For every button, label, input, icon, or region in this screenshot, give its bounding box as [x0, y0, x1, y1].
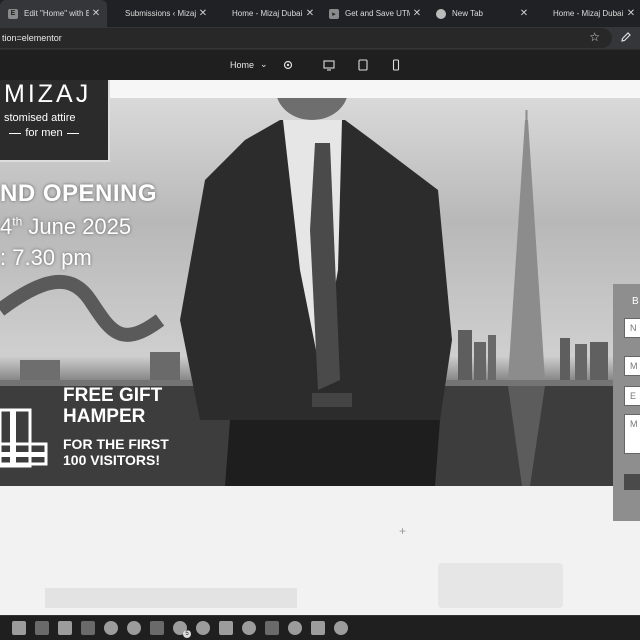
close-icon[interactable]: ✕: [196, 8, 210, 19]
logo-name: MIZAJ: [4, 80, 92, 108]
star-icon[interactable]: ☆: [589, 30, 600, 44]
tab-utm[interactable]: ▸ Get and Save UTM Pa ✕: [321, 0, 428, 27]
gift-subtitle: FOR THE FIRST 100 VISITORS!: [63, 436, 169, 468]
pen-icon[interactable]: [620, 31, 632, 43]
form-field-message[interactable]: M: [624, 414, 640, 454]
mail-icon[interactable]: [311, 621, 325, 635]
gift-title-line-1: FREE GIFT: [63, 385, 163, 406]
tablet-icon[interactable]: [357, 59, 369, 71]
date-day: 4: [0, 214, 13, 239]
tab-home-mizaj-2[interactable]: Home - Mizaj Dubai ✕: [535, 0, 640, 27]
notepad-icon[interactable]: [219, 621, 233, 635]
tab-title: Home - Mizaj Dubai: [553, 9, 624, 18]
chevron-down-icon: ⌄: [260, 59, 268, 69]
tab-title: Home - Mizaj Dubai: [232, 9, 303, 18]
logo-tagline-2: for men: [4, 127, 84, 139]
chrome-icon: [436, 8, 446, 19]
hero-time: : 7.30 pm: [0, 245, 92, 270]
photos-icon[interactable]: [58, 621, 72, 635]
skype-icon[interactable]: 5: [173, 621, 191, 638]
form-field-email[interactable]: E: [624, 386, 640, 406]
hero-date: 4th June 2025: [0, 214, 131, 240]
file-explorer-icon[interactable]: [12, 621, 26, 635]
page-selector-label: Home: [230, 59, 255, 70]
filezilla-icon[interactable]: [35, 621, 49, 635]
close-icon[interactable]: ✕: [410, 8, 424, 19]
taskbar: 5: [0, 615, 640, 640]
browser-tabbar: E Edit "Home" with Ele ✕ Submissions ‹ M…: [0, 0, 640, 27]
gift-icon: [0, 408, 48, 468]
hero-banner[interactable]: MIZAJ stomised attire for men ND OPENING…: [0, 80, 640, 486]
bookmark-icon: ▸: [329, 8, 339, 19]
browser-icon[interactable]: [242, 621, 256, 635]
form-title: B: [632, 296, 639, 307]
tab-title: Edit "Home" with Ele: [24, 9, 89, 18]
elementor-topbar: Home ⌄: [0, 49, 640, 80]
editor-canvas: MIZAJ stomised attire for men ND OPENING…: [0, 80, 640, 615]
tab-edit-home[interactable]: E Edit "Home" with Ele ✕: [0, 0, 107, 27]
hero-headline: ND OPENING: [0, 180, 158, 207]
booking-form: B N M E M: [613, 284, 640, 521]
tab-submissions[interactable]: Submissions ‹ Mizaj ✕: [107, 0, 214, 27]
tab-title: Submissions ‹ Mizaj: [125, 9, 196, 18]
date-suffix: th: [12, 214, 23, 229]
url-input[interactable]: tion=elementor: [0, 28, 612, 48]
notification-badge: 5: [183, 630, 191, 638]
content-placeholder: [45, 588, 297, 608]
close-icon[interactable]: ✕: [303, 8, 317, 19]
gift-subtitle-line-2: 100 VISITORS!: [63, 452, 161, 468]
address-bar: tion=elementor ☆: [0, 27, 640, 49]
hero-top-strip: [110, 80, 640, 98]
gift-subtitle-line-1: FOR THE FIRST: [63, 436, 169, 452]
brand-logo: MIZAJ stomised attire for men: [0, 80, 110, 162]
vscode-icon[interactable]: [150, 621, 164, 635]
tab-title: Get and Save UTM Pa: [345, 9, 410, 18]
content-placeholder: [438, 563, 563, 608]
edge-icon[interactable]: [334, 621, 348, 635]
tab-home-mizaj[interactable]: Home - Mizaj Dubai ✕: [214, 0, 321, 27]
tab-title: New Tab: [452, 9, 483, 18]
mobile-icon[interactable]: [390, 59, 402, 71]
terminal-icon[interactable]: [265, 621, 279, 635]
desktop-icon[interactable]: [323, 59, 335, 71]
elementor-icon: E: [8, 8, 18, 19]
form-field-mobile[interactable]: M: [624, 356, 640, 376]
gift-title: FREE GIFT HAMPER: [63, 385, 162, 427]
add-section-icon[interactable]: +: [399, 524, 406, 538]
close-icon[interactable]: ✕: [517, 8, 531, 19]
form-field-name[interactable]: N: [624, 318, 640, 338]
folder-icon[interactable]: [81, 621, 95, 635]
tab-new-tab[interactable]: New Tab ✕: [428, 0, 535, 27]
gift-title-line-2: HAMPER: [63, 406, 146, 427]
page-selector[interactable]: Home ⌄: [230, 59, 268, 70]
settings-icon[interactable]: [288, 621, 302, 635]
gear-icon[interactable]: [282, 59, 294, 71]
date-rest: June 2025: [22, 214, 132, 239]
chrome-icon[interactable]: [127, 621, 141, 635]
close-icon[interactable]: ✕: [89, 8, 103, 19]
close-icon[interactable]: ✕: [624, 8, 638, 19]
chrome-icon[interactable]: [104, 621, 118, 635]
chrome-icon[interactable]: [196, 621, 210, 635]
form-submit-button[interactable]: [624, 474, 640, 490]
logo-tagline-1: stomised attire: [4, 112, 76, 124]
